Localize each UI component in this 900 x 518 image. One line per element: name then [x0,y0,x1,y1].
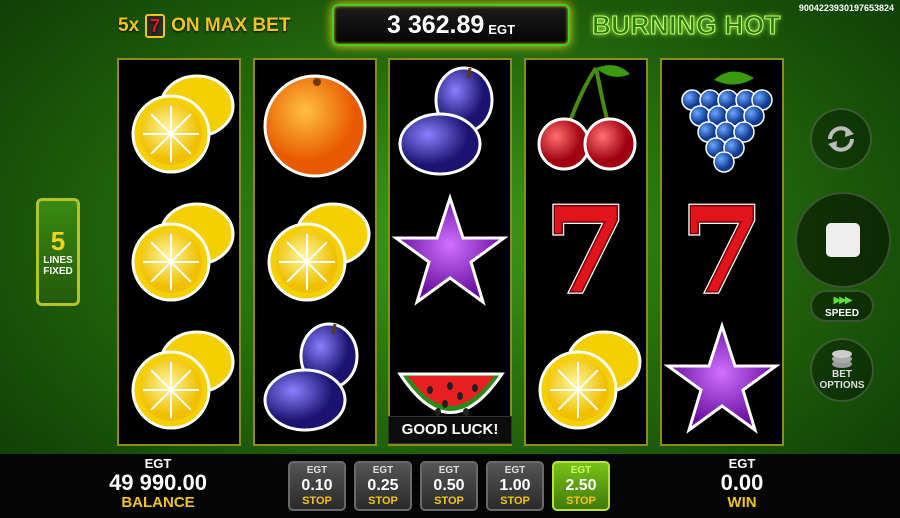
max-bet-text: ON MAX BET [171,15,291,36]
bet-action: STOP [500,495,530,507]
balance-currency: EGT [144,456,172,471]
orange-icon [255,60,375,188]
balance-label: BALANCE [121,494,195,511]
reel-5: 7 7 [660,58,784,446]
win-label: WIN [727,494,757,511]
bet-action: STOP [566,495,596,507]
reel-3 [388,58,512,446]
game-title: BURNING HOT [592,10,781,41]
speed-button[interactable]: ▶▶▶ SPEED [810,290,874,322]
balance-display: EGT 49 990.00 BALANCE [98,456,218,510]
lemon-icon [255,188,375,316]
max-bet-info: 5x 7 ON MAX BET [118,14,290,38]
credit-currency: EGT [488,21,516,37]
top-bar: 5x 7 ON MAX BET 3 362.89 EGT BURNING HOT… [0,0,900,52]
speed-label: SPEED [825,308,859,319]
bet-value: 0.50 [433,477,465,494]
star-icon [662,316,782,444]
reel-1 [117,58,241,446]
bet-currency: EGT [306,465,328,476]
lemon-icon [119,60,239,188]
cherry-icon [526,60,646,188]
bet-options-button[interactable]: BET OPTIONS [810,338,874,402]
svg-text:7: 7 [545,188,627,316]
bet-currency: EGT [438,465,460,476]
coins-icon [832,350,852,368]
fast-forward-icon: ▶▶▶ [833,295,852,306]
seven-icon: 7 7 [526,179,646,322]
seven-icon: 7 7 [662,179,782,322]
reel-4: 7 7 [524,58,648,446]
credit-display: 3 362.89 EGT [332,4,570,46]
bet-button[interactable]: EGT 0.25 STOP [354,461,412,511]
seven-icon: 7 [145,14,166,38]
svg-text:7: 7 [681,188,763,316]
plum-icon [255,316,375,444]
win-amount: 0.00 [720,470,764,495]
lines-label: LINES [43,255,73,266]
lemon-icon [526,316,646,444]
win-display: EGT 0.00 WIN [700,456,784,510]
spin-stop-button[interactable] [795,192,891,288]
stop-icon [826,223,860,257]
bet-button[interactable]: EGT 0.50 STOP [420,461,478,511]
lines-fixed-label: FIXED [43,266,73,277]
star-icon [390,188,510,316]
bet-value: 0.10 [301,477,333,494]
reel-2 [253,58,377,446]
bet-action: STOP [302,495,332,507]
game-id: 9004223930197653824 [798,3,894,13]
grapes-icon [662,60,782,188]
bet-currency: EGT [570,465,592,476]
bet-value: 0.25 [367,477,399,494]
status-message: GOOD LUCK! [388,416,512,444]
balance-amount: 49 990.00 [109,470,207,495]
bet-value: 2.50 [565,477,597,494]
bet-button[interactable]: EGT 0.10 STOP [288,461,346,511]
bet-button[interactable]: EGT 1.00 STOP [486,461,544,511]
bet-value: 1.00 [499,477,531,494]
bet-action: STOP [368,495,398,507]
bet-options-label: BET [832,369,852,380]
bet-button[interactable]: EGT 2.50 STOP [552,461,610,511]
bet-action: STOP [434,495,464,507]
bet-currency: EGT [504,465,526,476]
lines-count: 5 [50,226,66,256]
credit-value: 3 362.89 [386,10,485,39]
lines-panel: 5 LINES FIXED [36,198,80,306]
autoplay-button[interactable] [810,108,872,170]
bet-currency: EGT [372,465,394,476]
lemon-icon [119,188,239,316]
max-bet-multiplier: 5x [118,15,140,36]
lemon-icon [119,316,239,444]
bet-options-label-2: OPTIONS [819,380,865,391]
win-currency: EGT [728,456,756,471]
plum-icon [390,60,510,188]
autoplay-icon [828,126,854,152]
